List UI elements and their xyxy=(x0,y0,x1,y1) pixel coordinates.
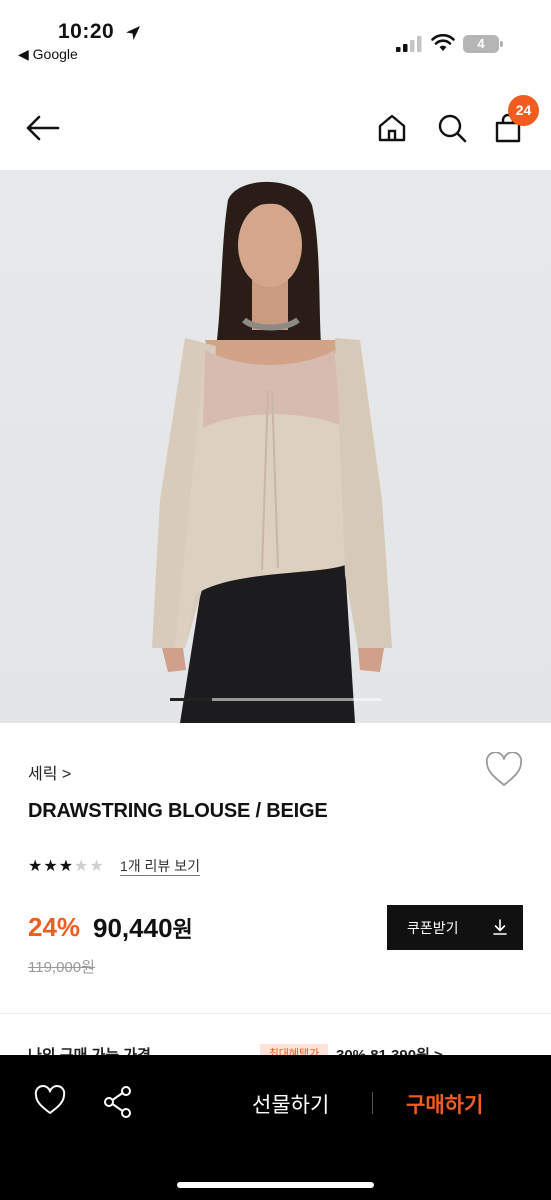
app-header xyxy=(0,86,551,170)
discount-rate: 24% xyxy=(28,912,81,942)
home-button[interactable] xyxy=(372,108,412,148)
battery-level: 4 xyxy=(463,35,499,53)
rating-stars: ★ ★ ★ ★ ★ xyxy=(28,858,104,876)
wishlist-button[interactable] xyxy=(484,751,524,790)
best-price-badge: 최대혜택가 xyxy=(260,1044,328,1055)
back-button[interactable] xyxy=(22,108,62,148)
product-image-carousel[interactable] xyxy=(0,170,551,723)
star-icon: ★ xyxy=(89,858,104,875)
bottom-wishlist-button[interactable] xyxy=(33,1085,67,1117)
star-icon: ★ xyxy=(28,858,43,875)
section-divider xyxy=(0,1013,551,1014)
share-icon xyxy=(104,1086,131,1118)
back-arrow-icon xyxy=(26,115,60,141)
best-price-row[interactable]: 나의 구매 가능 가격 최대혜택가 30% 81,390원 > xyxy=(0,1040,551,1055)
home-icon xyxy=(378,114,406,142)
slide-indicator xyxy=(170,698,382,701)
home-indicator[interactable] xyxy=(177,1182,374,1188)
location-arrow-icon xyxy=(126,26,140,40)
wifi-icon xyxy=(431,34,455,51)
status-time: 10:20 xyxy=(58,20,115,43)
product-name: DRAWSTRING BLOUSE / BEIGE xyxy=(28,800,328,822)
share-button[interactable] xyxy=(102,1085,134,1119)
search-button[interactable] xyxy=(432,108,472,148)
coupon-button[interactable]: 쿠폰받기 xyxy=(387,905,523,950)
heart-icon xyxy=(34,1085,66,1114)
download-icon xyxy=(493,919,507,935)
signal-icon xyxy=(396,36,422,52)
cart-count-badge: 24 xyxy=(508,95,539,126)
status-bar: 10:20 ◀ Google 4 xyxy=(0,0,551,70)
coupon-label: 쿠폰받기 xyxy=(407,919,459,936)
brand-link[interactable]: 세릭 > xyxy=(28,760,71,784)
star-icon: ★ xyxy=(43,858,58,875)
star-icon: ★ xyxy=(74,858,89,875)
star-icon: ★ xyxy=(58,858,74,875)
original-price: 119,000원 xyxy=(28,959,95,976)
battery-icon: 4 xyxy=(463,35,503,53)
sale-price: 90,440원 xyxy=(93,913,193,943)
bottom-bar-separator xyxy=(372,1092,373,1114)
review-link[interactable]: 1개 리뷰 보기 xyxy=(120,858,200,876)
product-photo xyxy=(152,181,392,723)
best-price-value: 30% 81,390원 > xyxy=(336,1044,443,1055)
buy-button[interactable]: 구매하기 xyxy=(406,1089,483,1119)
search-icon xyxy=(438,114,467,143)
gift-button[interactable]: 선물하기 xyxy=(252,1089,329,1119)
bottom-action-bar: 선물하기 구매하기 xyxy=(0,1055,551,1200)
best-price-label: 나의 구매 가능 가격 xyxy=(28,1044,151,1055)
back-to-app-link[interactable]: ◀ Google xyxy=(18,46,78,63)
heart-icon xyxy=(485,751,523,786)
